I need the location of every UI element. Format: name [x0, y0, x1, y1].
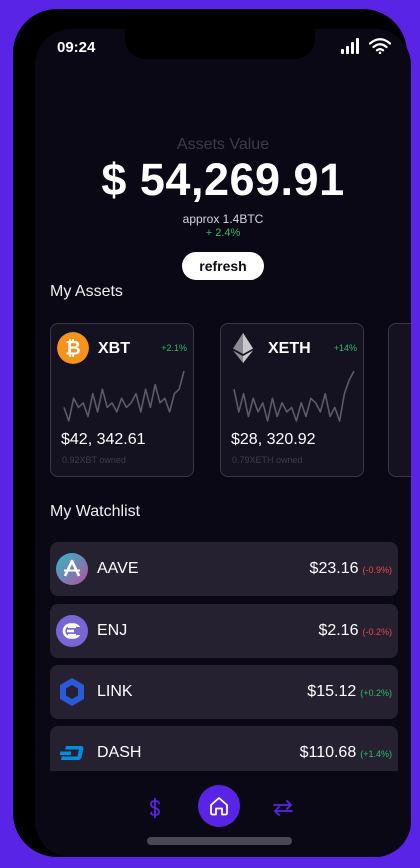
- asset-ticker: XBT: [98, 340, 130, 357]
- asset-sparkline: [63, 370, 185, 422]
- dash-icon: [60, 746, 84, 760]
- watchlist-item-enj[interactable]: ENJ $2.16 (-0.2%): [50, 604, 398, 658]
- my-assets-title: My Assets: [50, 283, 123, 300]
- svg-text:₿: ₿: [65, 339, 80, 360]
- phone-frame: 09:24 Assets Value $ 54,269.91 approx 1.…: [13, 9, 411, 857]
- watchlist-change: (+0.2%): [360, 688, 392, 698]
- ethereum-icon: [233, 333, 253, 363]
- status-time: 09:24: [57, 39, 96, 56]
- chainlink-icon: [60, 678, 84, 706]
- dollar-icon[interactable]: [144, 797, 166, 819]
- watchlist-name: LINK: [97, 683, 133, 700]
- watchlist-change: (-0.9%): [362, 565, 392, 575]
- enjin-icon: [56, 615, 88, 647]
- approx-btc: approx 1.4BTC: [182, 212, 264, 226]
- my-watchlist-title: My Watchlist: [50, 503, 141, 520]
- bitcoin-icon: ₿: [57, 332, 89, 364]
- watchlist-name: ENJ: [97, 622, 128, 639]
- asset-owned: 0.92XBT owned: [62, 455, 126, 465]
- home-button[interactable]: [198, 785, 240, 827]
- watchlist-name: DASH: [97, 744, 142, 761]
- asset-change: +2.1%: [161, 343, 187, 353]
- asset-price: $42, 342.61: [61, 431, 146, 448]
- assets-value-amount: $ 54,269.91: [101, 154, 345, 205]
- asset-card-partial[interactable]: [388, 323, 411, 477]
- refresh-button[interactable]: refresh: [182, 252, 264, 280]
- assets-value-label: Assets Value: [176, 136, 270, 153]
- asset-price: $28, 320.92: [231, 431, 316, 448]
- asset-change: +14%: [333, 343, 357, 353]
- portfolio-change: + 2.4%: [205, 227, 241, 239]
- app-screen: 09:24 Assets Value $ 54,269.91 approx 1.…: [35, 29, 411, 857]
- swap-icon[interactable]: [271, 797, 295, 819]
- home-icon: [210, 797, 228, 816]
- aave-icon: [56, 553, 88, 585]
- watchlist-price: $23.16: [309, 560, 359, 577]
- watchlist-item-link[interactable]: LINK $15.12 (+0.2%): [50, 665, 398, 719]
- watchlist-item-aave[interactable]: AAVE $23.16 (-0.9%): [50, 542, 398, 596]
- home-indicator: [147, 837, 292, 845]
- wifi-icon: [369, 38, 391, 54]
- watchlist-change: (+1.4%): [360, 749, 392, 759]
- watchlist-name: AAVE: [97, 560, 139, 577]
- asset-ticker: XETH: [268, 340, 311, 357]
- watchlist-change: (-0.2%): [362, 627, 392, 637]
- watchlist-price: $2.16: [318, 622, 359, 639]
- status-icons: [341, 38, 391, 54]
- watchlist-price: $110.68: [299, 744, 357, 761]
- asset-owned: 0.79XETH owned: [232, 455, 303, 465]
- signal-icon: [341, 38, 359, 54]
- device-notch: [125, 29, 315, 59]
- asset-card-xeth[interactable]: XETH +14% $28, 320.92 0.79XETH owned: [220, 323, 364, 477]
- watchlist-price: $15.12: [307, 683, 357, 700]
- asset-sparkline: [233, 370, 355, 422]
- asset-card-xbt[interactable]: ₿ XBT +2.1% $42, 342.61 0.92XBT owned: [50, 323, 194, 477]
